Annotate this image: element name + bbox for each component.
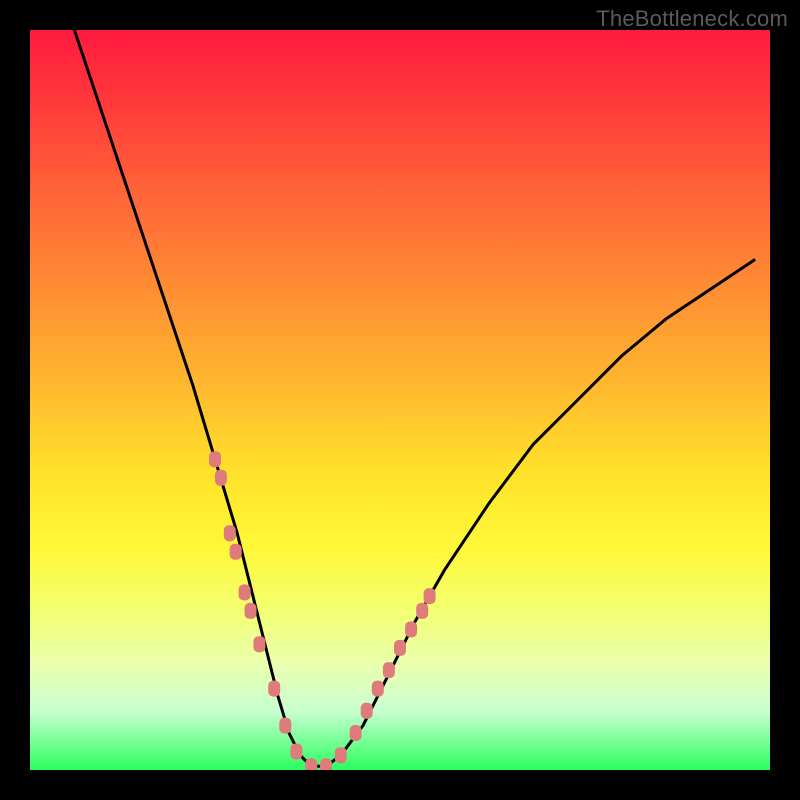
marker-dot [268, 681, 280, 697]
marker-dot [350, 725, 362, 741]
marker-dot [405, 621, 417, 637]
curve-line [74, 30, 755, 766]
plot-area [30, 30, 770, 770]
marker-dot [320, 758, 332, 770]
chart-frame: TheBottleneck.com [0, 0, 800, 800]
marker-dot [372, 681, 384, 697]
marker-dot [230, 544, 242, 560]
marker-dot [394, 640, 406, 656]
marker-dot [416, 603, 428, 619]
watermark-text: TheBottleneck.com [596, 6, 788, 32]
marker-dot [335, 747, 347, 763]
marker-dot [253, 636, 265, 652]
bottleneck-curve [74, 30, 755, 766]
marker-dot [279, 718, 291, 734]
marker-dot [305, 758, 317, 770]
marker-dot [215, 470, 227, 486]
marker-dot [383, 662, 395, 678]
marker-dot [209, 451, 221, 467]
marker-dot [361, 703, 373, 719]
marker-dots [209, 451, 436, 770]
marker-dot [239, 584, 251, 600]
chart-svg [30, 30, 770, 770]
marker-dot [245, 603, 257, 619]
marker-dot [224, 525, 236, 541]
marker-dot [290, 744, 302, 760]
marker-dot [424, 588, 436, 604]
